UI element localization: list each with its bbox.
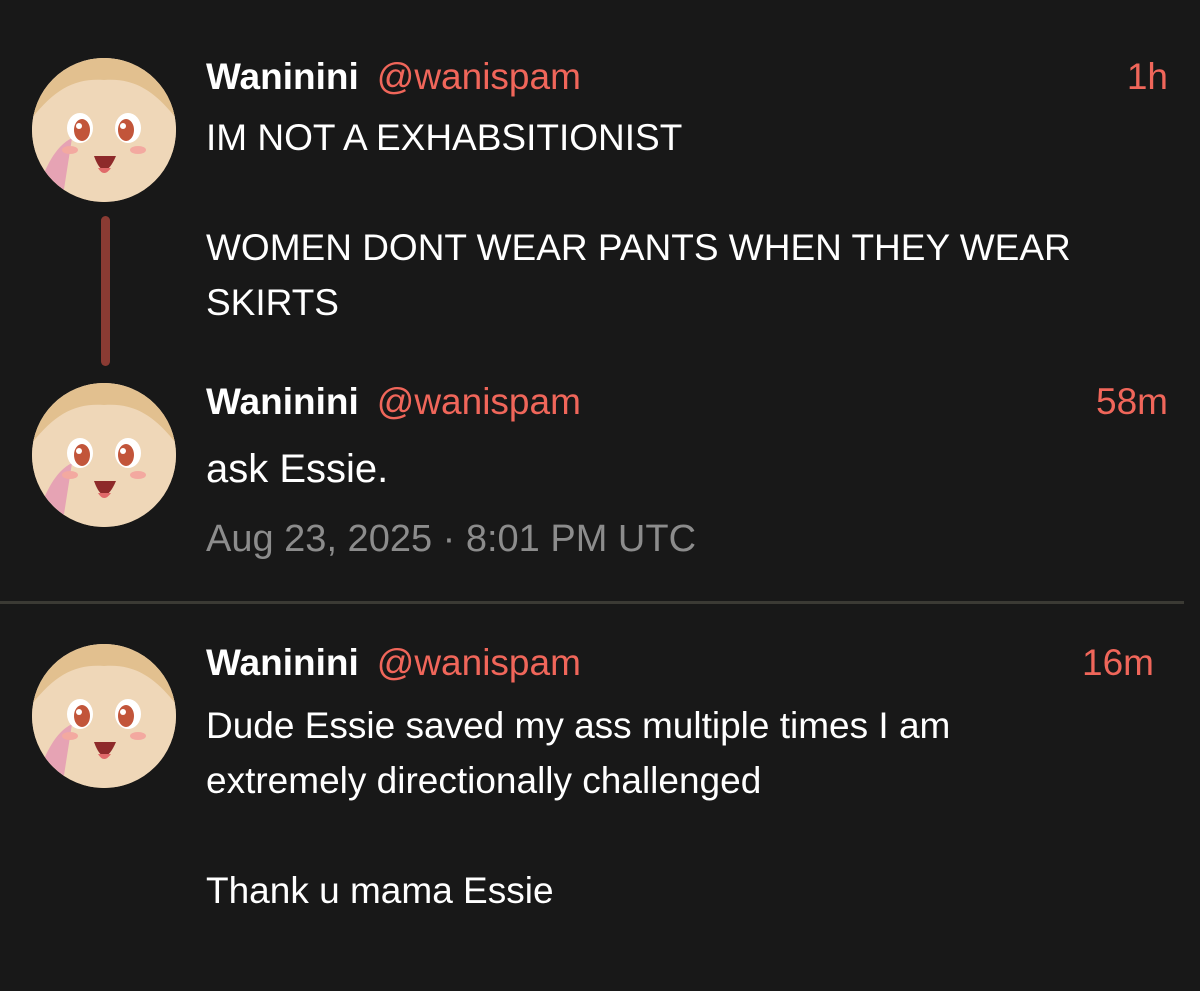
avatar[interactable] (32, 383, 176, 527)
author-name[interactable]: Waninini (206, 381, 359, 423)
post-header: Waninini @wanispam 1h (206, 56, 1168, 100)
author-handle[interactable]: @wanispam (377, 642, 581, 684)
anime-girl-avatar-icon (32, 644, 176, 788)
post-2[interactable]: Waninini @wanispam 58m ask Essie. Aug 23… (0, 370, 1200, 602)
post-1[interactable]: Waninini @wanispam 1h IM NOT A EXHABSITI… (0, 0, 1200, 370)
post-content: IM NOT A EXHABSITIONIST WOMEN DONT WEAR … (206, 117, 1071, 323)
post-time[interactable]: 1h (1127, 56, 1168, 98)
avatar[interactable] (32, 58, 176, 202)
post-3[interactable]: Waninini @wanispam 16m Dude Essie saved … (0, 604, 1200, 991)
post-content: ask Essie. (206, 447, 389, 491)
avatar[interactable] (32, 644, 176, 788)
post-date[interactable]: Aug 23, 2025 · 8:01 PM UTC (206, 518, 696, 561)
anime-girl-avatar-icon (32, 58, 176, 202)
author-handle[interactable]: @wanispam (377, 381, 581, 423)
author-name[interactable]: Waninini (206, 56, 359, 98)
post-header: Waninini @wanispam 58m (206, 381, 1168, 425)
anime-girl-avatar-icon (32, 383, 176, 527)
post-header: Waninini @wanispam 16m (206, 642, 1154, 686)
post-time[interactable]: 16m (1082, 642, 1154, 684)
post-time[interactable]: 58m (1096, 381, 1168, 423)
post-content: Dude Essie saved my ass multiple times I… (206, 705, 951, 911)
author-name[interactable]: Waninini (206, 642, 359, 684)
author-handle[interactable]: @wanispam (377, 56, 581, 98)
thread-connector-line (101, 216, 110, 366)
